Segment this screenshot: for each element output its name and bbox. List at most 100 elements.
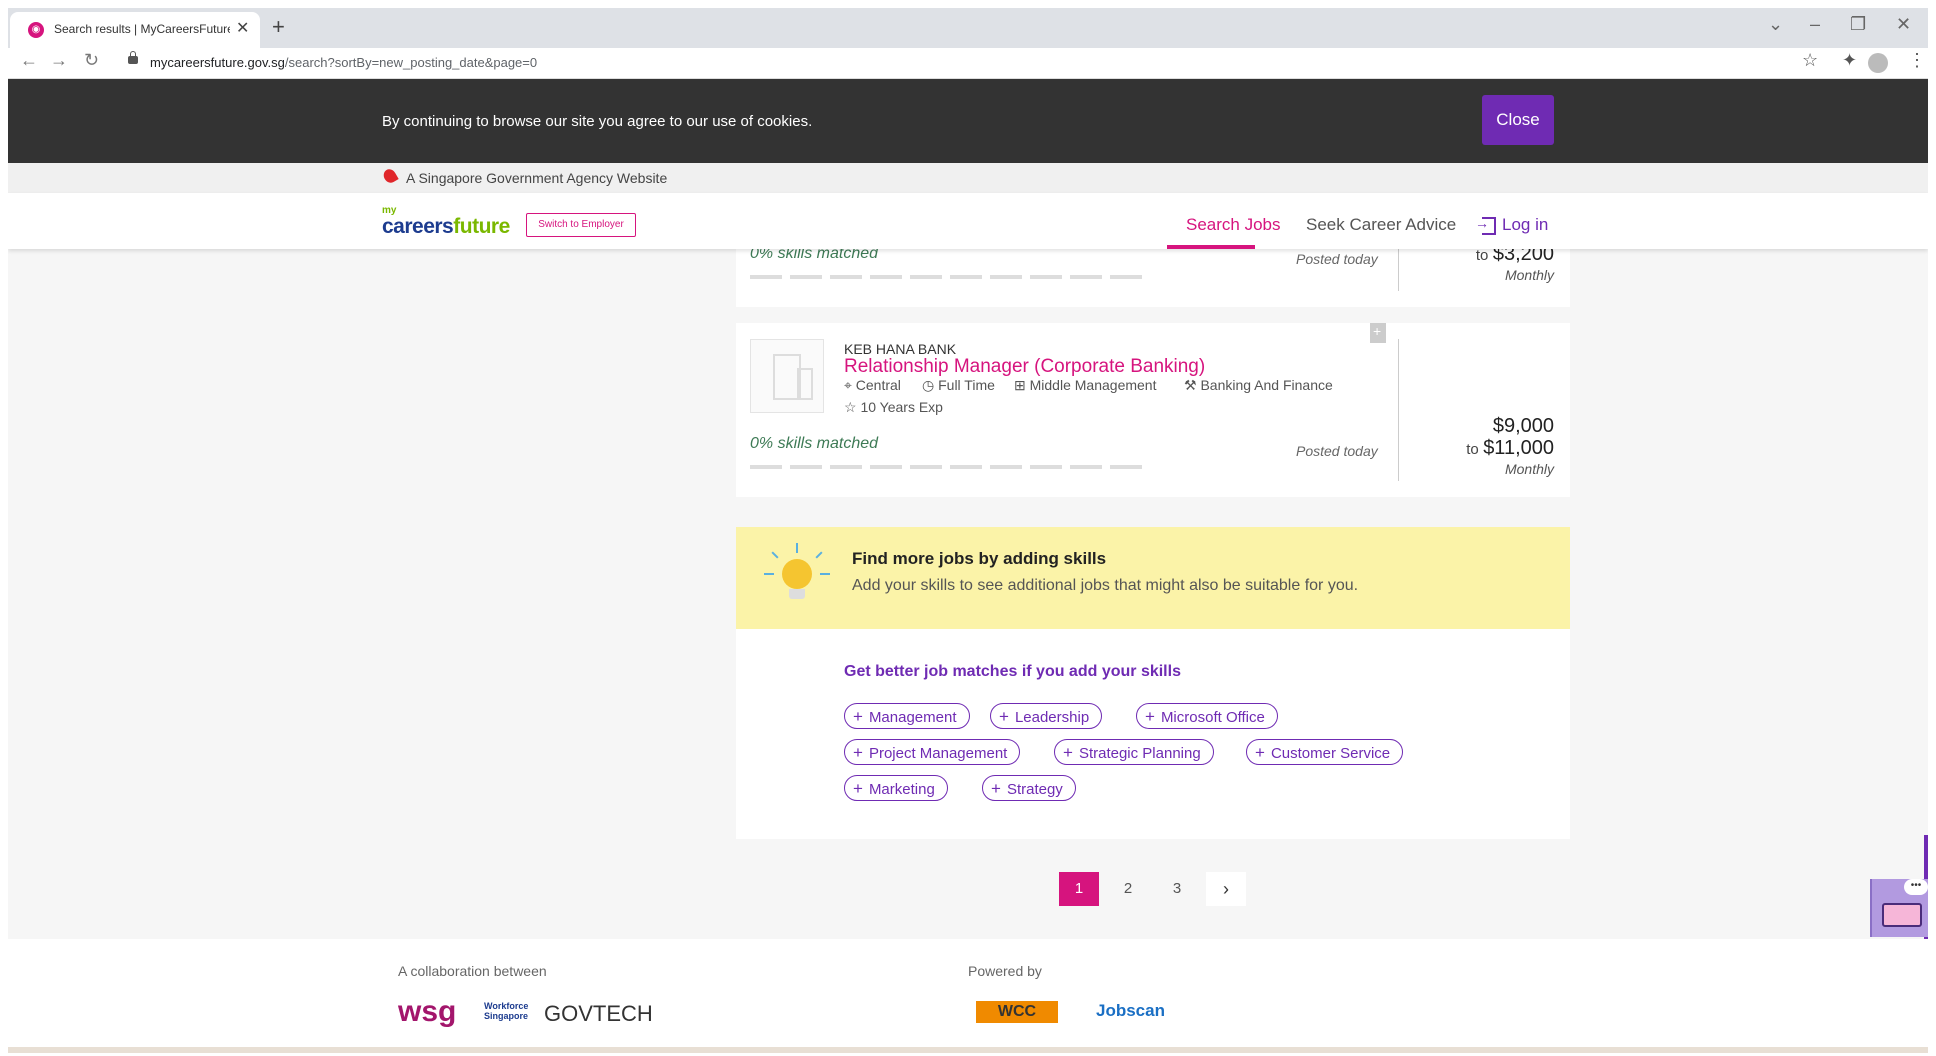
salary-period: Monthly: [1504, 267, 1554, 283]
seniority-text: Middle Management: [1029, 377, 1157, 393]
govtech-logo[interactable]: GOVTECH: [544, 1001, 653, 1027]
gov-banner-text: A Singapore Government Agency Website: [406, 170, 668, 186]
skill-chip-management[interactable]: + Management: [844, 703, 970, 729]
tools-icon: ⚒: [1184, 377, 1197, 393]
nav-active-indicator: [1167, 245, 1255, 249]
browser-tab[interactable]: ◉ Search results | MyCareersFuture ✕: [10, 12, 260, 48]
next-page-button[interactable]: ›: [1206, 872, 1246, 906]
lock-icon[interactable]: [128, 51, 138, 64]
site-header: my careersfuture Switch to Employer Sear…: [8, 193, 1928, 249]
category-text: Banking And Finance: [1200, 377, 1333, 393]
tab-close-icon[interactable]: ✕: [236, 18, 249, 38]
minimize-icon[interactable]: –: [1810, 14, 1820, 35]
profile-icon[interactable]: [1868, 53, 1888, 73]
mycareersfuture-logo[interactable]: my careersfuture: [382, 205, 514, 241]
salary-to: to: [1475, 247, 1489, 264]
skill-chip-strategy[interactable]: + Strategy: [982, 775, 1076, 801]
skill-chip-microsoft-office[interactable]: + Microsoft Office: [1136, 703, 1278, 729]
powered-by-label: Powered by: [968, 963, 1042, 979]
merlion-icon: [381, 166, 399, 186]
job-type: ◷ Full Time: [922, 377, 995, 394]
wsg-logo-text: wsg: [398, 995, 457, 1028]
nav-seek-career-advice[interactable]: Seek Career Advice: [1306, 215, 1456, 235]
skill-chip-customer-service[interactable]: + Customer Service: [1246, 739, 1404, 765]
lightbulb-icon: [764, 543, 830, 615]
wsg-logo[interactable]: wsg Workforce Singapore: [398, 995, 528, 1029]
page-3-button[interactable]: 3: [1157, 872, 1197, 906]
cookie-close-button[interactable]: Close: [1482, 95, 1554, 145]
job-title[interactable]: Relationship Manager (Corporate Banking): [844, 356, 1205, 378]
company-logo-placeholder: [750, 339, 824, 413]
wsg-logo-sub1: Workforce: [484, 1001, 529, 1011]
collaboration-label: A collaboration between: [398, 963, 547, 979]
plus-icon: +: [1145, 707, 1155, 726]
salary-min: $9,000: [1492, 415, 1554, 437]
skill-chip-leadership[interactable]: + Leadership: [990, 703, 1103, 729]
job-category: ⚒ Banking And Finance: [1184, 377, 1333, 394]
skill-chip-strategic-planning[interactable]: + Strategic Planning: [1054, 739, 1214, 765]
url-field[interactable]: mycareersfuture.gov.sg/search?sortBy=new…: [150, 55, 537, 70]
salary-to: to: [1466, 441, 1479, 458]
wsg-logo-sub2: Singapore: [484, 1011, 529, 1021]
chip-label: Marketing: [868, 781, 935, 798]
experience-text: 10 Years Exp: [860, 399, 943, 415]
cookie-banner: By continuing to browse our site you agr…: [8, 79, 1928, 163]
robot-icon: [1882, 903, 1922, 927]
jobscan-logo[interactable]: Jobscan: [1096, 1001, 1165, 1021]
banner-title: Find more jobs by adding skills: [852, 549, 1107, 568]
job-card[interactable]: KEB HANA BANK Relationship Manager (Corp…: [736, 323, 1570, 497]
plus-icon: +: [853, 707, 863, 726]
page-2-button[interactable]: 2: [1108, 872, 1148, 906]
salary-max: $11,000: [1483, 437, 1554, 459]
tab-search-icon[interactable]: ⌄: [1768, 14, 1783, 35]
window-close-icon[interactable]: ✕: [1896, 14, 1911, 35]
switch-to-employer-button[interactable]: Switch to Employer: [526, 213, 636, 237]
logo-careers: careers: [382, 215, 454, 238]
location-text: Central: [855, 377, 901, 393]
cookie-text: By continuing to browse our site you agr…: [382, 113, 813, 130]
plus-icon: +: [853, 743, 863, 762]
page-1-button[interactable]: 1: [1059, 872, 1099, 906]
address-bar: ← → ↻ mycareersfuture.gov.sg/search?sort…: [8, 48, 1928, 79]
bookmark-icon[interactable]: [1370, 323, 1386, 343]
reload-icon[interactable]: ↻: [84, 50, 99, 71]
star-icon[interactable]: ☆: [1802, 50, 1818, 71]
skill-chip-project-management[interactable]: + Project Management: [844, 739, 1021, 765]
gov-banner: A Singapore Government Agency Website: [8, 163, 1928, 193]
nav-search-jobs[interactable]: Search Jobs: [1186, 215, 1281, 235]
login-icon[interactable]: [1475, 215, 1496, 235]
site-footer: A collaboration between Powered by wsg Wo…: [8, 939, 1928, 1053]
salary-period: Monthly: [1504, 461, 1554, 477]
hierarchy-icon: ⊞: [1014, 377, 1026, 393]
plus-icon: +: [999, 707, 1009, 726]
job-experience: ☆ 10 Years Exp: [844, 399, 943, 416]
wcc-logo[interactable]: WCC: [976, 1001, 1058, 1023]
chip-label: Project Management: [868, 745, 1008, 762]
job-seniority: ⊞ Middle Management: [1014, 377, 1156, 394]
bottom-scrollbar[interactable]: [8, 1047, 1928, 1053]
new-tab-button[interactable]: +: [272, 14, 285, 40]
plus-icon: +: [1255, 743, 1265, 762]
restore-icon[interactable]: ❐: [1850, 14, 1866, 35]
back-icon[interactable]: ←: [20, 50, 38, 71]
clock-icon: ◷: [922, 377, 935, 393]
extensions-icon[interactable]: ✦: [1842, 50, 1857, 71]
url-domain: mycareersfuture.gov.sg: [150, 55, 285, 70]
chip-label: Strategic Planning: [1078, 745, 1201, 762]
menu-icon[interactable]: ⋮: [1908, 50, 1926, 71]
chatbot-button[interactable]: •••: [1870, 879, 1928, 937]
chip-label: Microsoft Office: [1160, 709, 1265, 726]
nav-log-in[interactable]: Log in: [1502, 215, 1548, 235]
skills-matched-text: 0% skills matched: [750, 435, 879, 452]
skill-chip-marketing[interactable]: + Marketing: [844, 775, 948, 801]
url-path: /search?sortBy=new_posting_date&page=0: [284, 55, 538, 70]
skills-suggestions: Get better job matches if you add your s…: [736, 629, 1570, 839]
browser-tab-bar: ◉ Search results | MyCareersFuture ✕ + ⌄…: [8, 8, 1928, 48]
salary-range: to $11,000: [1466, 437, 1554, 460]
chip-label: Management: [868, 709, 957, 726]
chip-label: Leadership: [1014, 709, 1090, 726]
job-location: ⌖ Central: [844, 377, 901, 394]
page-viewport: By continuing to browse our site you agr…: [8, 79, 1928, 1053]
forward-icon[interactable]: →: [50, 50, 68, 71]
plus-icon: +: [853, 779, 863, 798]
